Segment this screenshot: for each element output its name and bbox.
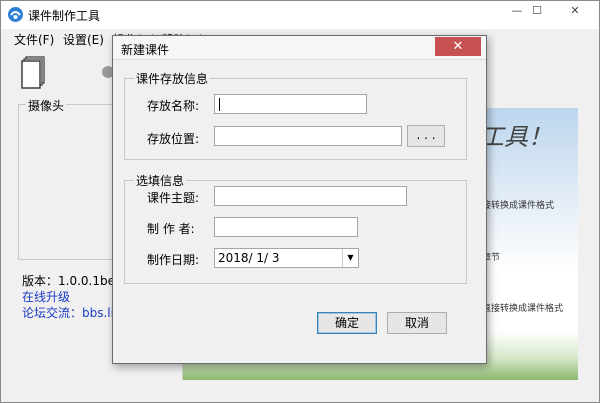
- optional-info-legend: 选填信息: [134, 172, 187, 189]
- date-value: 2018/ 1/ 3: [218, 251, 280, 265]
- date-picker[interactable]: 2018/ 1/ 3 ▼: [214, 248, 359, 268]
- storage-name-label: 存放名称:: [147, 99, 200, 113]
- main-titlebar: 课件制作工具 — ☐ ✕: [1, 1, 599, 29]
- forum-link[interactable]: 论坛交流：bbs.lint: [22, 304, 126, 321]
- preview-line: 接转换成课件格式: [482, 201, 555, 211]
- author-input[interactable]: [214, 217, 358, 237]
- dialog-title: 新建课件: [121, 43, 170, 57]
- subject-label: 课件主题:: [147, 191, 200, 205]
- menu-file[interactable]: 文件(F): [14, 31, 54, 48]
- camera-panel-label: 摄像头: [26, 97, 67, 114]
- subject-input[interactable]: [214, 186, 407, 206]
- storage-location-input[interactable]: [214, 126, 402, 146]
- maximize-button[interactable]: ☐: [527, 2, 547, 22]
- new-courseware-icon[interactable]: [20, 56, 46, 90]
- new-courseware-dialog: 新建课件 ✕ 课件存放信息 存放名称: 存放位置: . . . 选填信息 课件主…: [112, 35, 487, 364]
- app-logo-icon: [8, 7, 23, 22]
- storage-location-label: 存放位置:: [147, 132, 200, 146]
- date-label: 制作日期:: [147, 253, 200, 267]
- dialog-titlebar: 新建课件 ✕: [113, 36, 486, 60]
- online-update-link[interactable]: 在线升级: [22, 288, 70, 305]
- preview-line: 直接转换成课件格式: [482, 304, 564, 314]
- chevron-down-icon[interactable]: ▼: [342, 249, 358, 267]
- dialog-close-button[interactable]: ✕: [435, 37, 481, 56]
- storage-info-legend: 课件存放信息: [134, 70, 211, 87]
- cancel-button[interactable]: 取消: [387, 312, 447, 334]
- minimize-button[interactable]: —: [507, 2, 527, 22]
- storage-info-group: [124, 78, 467, 160]
- camera-panel: [18, 104, 118, 260]
- ok-button[interactable]: 确定: [317, 312, 377, 334]
- menu-settings[interactable]: 设置(E): [63, 31, 104, 48]
- main-window-title: 课件制作工具: [28, 9, 101, 23]
- text-cursor: [219, 98, 220, 111]
- close-button[interactable]: ✕: [553, 2, 597, 22]
- author-label: 制 作 者:: [147, 222, 195, 236]
- browse-button[interactable]: . . .: [407, 125, 445, 147]
- preview-heading: 工具！: [480, 123, 552, 151]
- storage-name-input[interactable]: [214, 94, 367, 114]
